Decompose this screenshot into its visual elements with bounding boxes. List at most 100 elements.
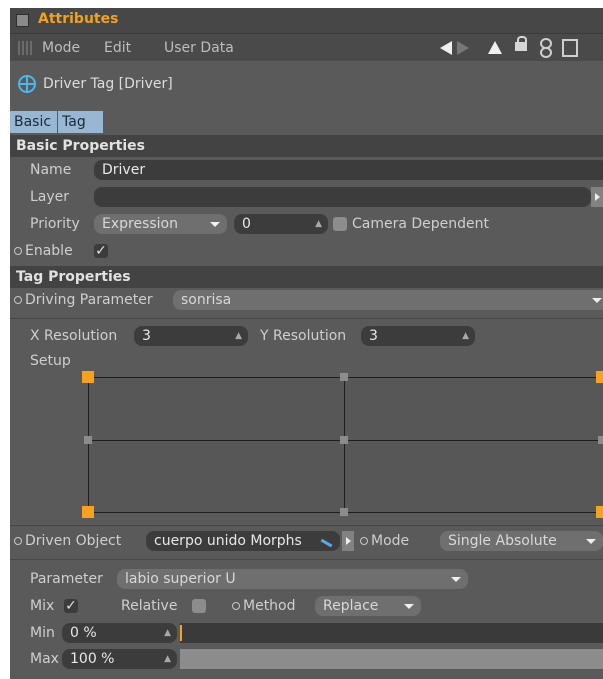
menubar: Mode Edit User Data (10, 33, 603, 62)
arrow-right-icon[interactable] (457, 41, 469, 55)
chevron-down-icon (210, 222, 220, 227)
y-resolution-value: 3 (369, 328, 378, 344)
priority-dropdown-value: Expression (102, 216, 178, 232)
steering-wheel-icon (18, 75, 36, 93)
titlebar: Attributes (10, 8, 603, 33)
setup-label: Setup (30, 353, 71, 369)
panel-title: Attributes (38, 11, 119, 27)
keyframe-dot-icon[interactable] (232, 602, 240, 610)
priority-number-value: 0 (242, 216, 251, 232)
tag-header-title: Driver Tag [Driver] (43, 76, 173, 92)
grid-handle[interactable] (82, 506, 94, 518)
stepper-icon[interactable]: ▲ (164, 623, 171, 643)
mode-value: Single Absolute (448, 533, 557, 549)
grid-handle[interactable] (340, 436, 348, 444)
mix-checkbox[interactable]: ✓ (64, 599, 78, 613)
grid-handle[interactable] (596, 506, 603, 518)
driven-object-menu-button[interactable] (342, 531, 354, 551)
layer-field[interactable] (94, 187, 591, 207)
stepper-icon[interactable]: ▲ (462, 326, 469, 346)
grid-handle[interactable] (82, 371, 94, 383)
driven-object-label: Driven Object (14, 531, 121, 551)
menu-edit[interactable]: Edit (104, 40, 131, 56)
enable-checkbox[interactable]: ✓ (94, 244, 108, 258)
priority-label: Priority (30, 216, 80, 232)
divider (10, 525, 603, 526)
driving-parameter-label: Driving Parameter (14, 290, 153, 310)
x-resolution-value: 3 (142, 328, 151, 344)
stepper-icon[interactable]: ▲ (235, 326, 242, 346)
divider (10, 318, 603, 319)
max-value: 100 % (70, 651, 115, 667)
keyframe-dot-icon[interactable] (14, 537, 22, 545)
menu-mode[interactable]: Mode (42, 40, 80, 56)
new-window-icon[interactable] (562, 39, 578, 57)
parameter-dropdown[interactable]: labio superior U (117, 569, 468, 589)
tab-bar: Basic Tag (10, 109, 603, 135)
setup-grid-canvas (88, 377, 603, 513)
mode-dropdown[interactable]: Single Absolute (440, 531, 603, 551)
arrow-up-icon[interactable] (488, 41, 502, 54)
grid-handle[interactable] (340, 508, 348, 516)
y-resolution-field[interactable]: 3 ▲ (361, 326, 475, 346)
mode-label: Mode (360, 531, 409, 551)
grid-handle[interactable] (340, 373, 348, 381)
priority-dropdown[interactable]: Expression (94, 214, 227, 234)
driving-parameter-value: sonrisa (181, 292, 232, 308)
chevron-down-icon (586, 539, 596, 544)
x-resolution-field[interactable]: 3 ▲ (134, 326, 248, 346)
chevron-down-icon (451, 577, 461, 582)
arrow-left-icon[interactable] (440, 41, 452, 55)
min-label: Min (30, 625, 55, 641)
pick-object-icon[interactable] (320, 533, 336, 548)
camera-dependent-label: Camera Dependent (352, 216, 490, 232)
parameter-value: labio superior U (125, 571, 236, 587)
setup-grid[interactable] (82, 371, 603, 518)
layer-menu-button[interactable] (591, 187, 603, 207)
driven-object-field[interactable]: cuerpo unido Morphs (146, 531, 340, 551)
name-label: Name (30, 162, 72, 178)
stepper-icon[interactable]: ▲ (164, 649, 171, 669)
grid-handle[interactable] (596, 371, 603, 383)
min-slider-handle[interactable] (180, 625, 182, 641)
max-slider[interactable] (180, 649, 603, 669)
min-slider[interactable] (180, 623, 603, 643)
driving-parameter-dropdown[interactable]: sonrisa (173, 290, 603, 310)
min-field[interactable]: 0 % ▲ (62, 623, 177, 643)
layer-label: Layer (30, 189, 70, 205)
tag-header: Driver Tag [Driver] (10, 61, 603, 109)
method-dropdown[interactable]: Replace (315, 596, 421, 616)
chevron-right-icon (346, 537, 351, 545)
chevron-right-icon (595, 193, 600, 201)
mix-label: Mix (30, 598, 55, 614)
basic-properties-header[interactable]: Basic Properties (10, 135, 603, 157)
priority-number-field[interactable]: 0 ▲ (234, 214, 328, 234)
menu-user-data[interactable]: User Data (164, 40, 234, 56)
enable-label: Enable (14, 241, 73, 261)
relative-checkbox[interactable] (192, 599, 206, 613)
tag-properties-header[interactable]: Tag Properties (10, 266, 603, 288)
tab-tag[interactable]: Tag (58, 111, 104, 133)
relative-label: Relative (121, 598, 178, 614)
y-resolution-label: Y Resolution (260, 328, 347, 344)
stepper-icon[interactable]: ▲ (315, 214, 322, 234)
grid-handle[interactable] (598, 436, 603, 444)
grip-icon[interactable] (18, 41, 34, 55)
x-resolution-label: X Resolution (30, 328, 118, 344)
chevron-down-icon (592, 298, 602, 303)
keyframe-dot-icon[interactable] (14, 247, 22, 255)
keyframe-dot-icon[interactable] (360, 537, 368, 545)
panel-menu-icon[interactable] (16, 14, 29, 27)
divider (10, 559, 603, 560)
camera-dependent-checkbox[interactable] (333, 217, 347, 231)
name-field[interactable]: Driver (94, 160, 603, 180)
driven-object-value: cuerpo unido Morphs (154, 533, 302, 549)
chevron-down-icon (404, 604, 414, 609)
keyframe-dot-icon[interactable] (14, 296, 22, 304)
min-value: 0 % (70, 625, 97, 641)
max-field[interactable]: 100 % ▲ (62, 649, 177, 669)
parameter-label: Parameter (30, 571, 103, 587)
tab-basic[interactable]: Basic (10, 111, 58, 133)
attributes-panel: Attributes Mode Edit User Data Driver Ta… (10, 8, 603, 679)
grid-handle[interactable] (84, 436, 92, 444)
